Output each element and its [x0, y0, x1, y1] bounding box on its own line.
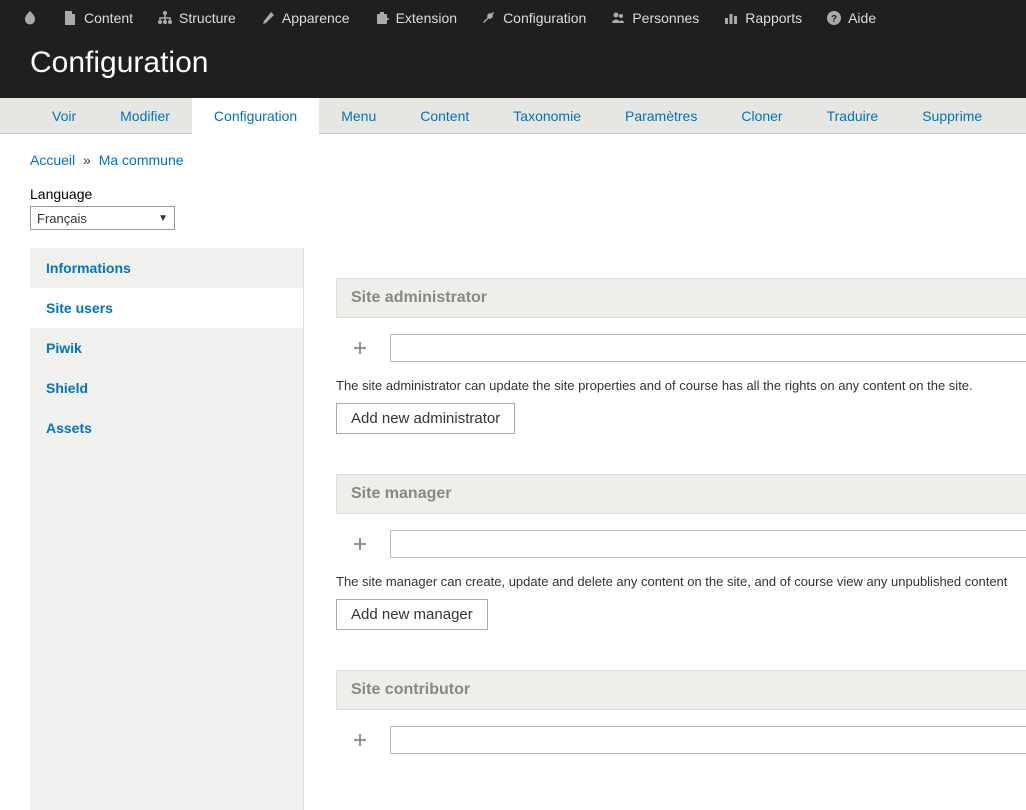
drag-handle-icon[interactable] — [350, 730, 370, 750]
administrator-input[interactable] — [390, 334, 1026, 362]
appearance-icon — [260, 10, 276, 26]
manager-input[interactable] — [390, 530, 1026, 558]
breadcrumb: Accueil » Ma commune — [0, 134, 1026, 178]
page-title: Configuration — [30, 46, 996, 80]
section-row — [336, 710, 1026, 770]
breadcrumb-current[interactable]: Ma commune — [99, 152, 184, 168]
breadcrumb-home[interactable]: Accueil — [30, 152, 75, 168]
tab-traduire[interactable]: Traduire — [805, 98, 901, 134]
toolbar-extension[interactable]: Extension — [362, 0, 469, 36]
toolbar-content[interactable]: Content — [50, 0, 145, 36]
section-title: Site contributor — [336, 670, 1026, 710]
section-title: Site manager — [336, 474, 1026, 514]
toolbar-people[interactable]: Personnes — [598, 0, 711, 36]
tab-parametres[interactable]: Paramètres — [603, 98, 719, 134]
file-icon — [62, 10, 78, 26]
vertical-tabs: Informations Site users Piwik Shield Ass… — [30, 248, 304, 810]
toolbar-label: Content — [84, 10, 133, 26]
section-site-administrator: Site administrator The site administrato… — [336, 278, 1026, 434]
toolbar-label: Personnes — [632, 10, 699, 26]
tab-configuration[interactable]: Configuration — [192, 98, 319, 134]
tab-modifier[interactable]: Modifier — [98, 98, 192, 134]
content-region: Site administrator The site administrato… — [304, 248, 1026, 810]
contributor-input[interactable] — [390, 726, 1026, 754]
extension-icon — [374, 10, 390, 26]
toolbar-config[interactable]: Configuration — [469, 0, 598, 36]
toolbar-label: Rapports — [745, 10, 802, 26]
local-tabs: Voir Modifier Configuration Menu Content… — [0, 98, 1026, 134]
tab-supprime[interactable]: Supprime — [900, 98, 1004, 134]
toolbar-label: Configuration — [503, 10, 586, 26]
structure-icon — [157, 10, 173, 26]
sidebar-item-informations[interactable]: Informations — [30, 248, 303, 288]
tab-content[interactable]: Content — [398, 98, 491, 134]
toolbar-home[interactable] — [10, 0, 50, 36]
section-description: The site administrator can update the si… — [336, 378, 1026, 403]
tab-cloner[interactable]: Cloner — [719, 98, 804, 134]
section-site-contributor: Site contributor — [336, 670, 1026, 770]
tab-menu[interactable]: Menu — [319, 98, 398, 134]
sidebar-item-site-users[interactable]: Site users — [30, 288, 303, 328]
help-icon: ? — [826, 10, 842, 26]
breadcrumb-sep: » — [83, 152, 91, 168]
toolbar-label: Structure — [179, 10, 236, 26]
reports-icon — [723, 10, 739, 26]
main-region: Informations Site users Piwik Shield Ass… — [0, 248, 1026, 810]
toolbar-reports[interactable]: Rapports — [711, 0, 814, 36]
tab-voir[interactable]: Voir — [30, 98, 98, 134]
sidebar-item-piwik[interactable]: Piwik — [30, 328, 303, 368]
drupal-icon — [22, 10, 38, 26]
svg-text:?: ? — [831, 14, 837, 25]
toolbar-label: Aide — [848, 10, 876, 26]
add-administrator-button[interactable]: Add new administrator — [336, 403, 515, 434]
language-select[interactable]: Français ▼ — [30, 206, 175, 230]
section-title: Site administrator — [336, 278, 1026, 318]
toolbar-label: Extension — [396, 10, 457, 26]
add-manager-button[interactable]: Add new manager — [336, 599, 488, 630]
admin-toolbar: Content Structure Apparence Extension Co… — [0, 0, 1026, 36]
drag-handle-icon[interactable] — [350, 338, 370, 358]
toolbar-appearance[interactable]: Apparence — [248, 0, 362, 36]
language-label: Language — [30, 186, 996, 202]
toolbar-help[interactable]: ? Aide — [814, 0, 888, 36]
section-site-manager: Site manager The site manager can create… — [336, 474, 1026, 630]
language-value: Français — [37, 211, 87, 226]
caret-down-icon: ▼ — [158, 213, 168, 224]
toolbar-structure[interactable]: Structure — [145, 0, 248, 36]
tab-taxonomie[interactable]: Taxonomie — [491, 98, 603, 134]
sidebar-item-shield[interactable]: Shield — [30, 368, 303, 408]
page-header: Configuration — [0, 36, 1026, 98]
people-icon — [610, 10, 626, 26]
sidebar-item-assets[interactable]: Assets — [30, 408, 303, 448]
toolbar-label: Apparence — [282, 10, 350, 26]
section-row — [336, 514, 1026, 574]
section-row — [336, 318, 1026, 378]
language-block: Language Français ▼ — [0, 178, 1026, 248]
config-icon — [481, 10, 497, 26]
drag-handle-icon[interactable] — [350, 534, 370, 554]
section-description: The site manager can create, update and … — [336, 574, 1026, 599]
